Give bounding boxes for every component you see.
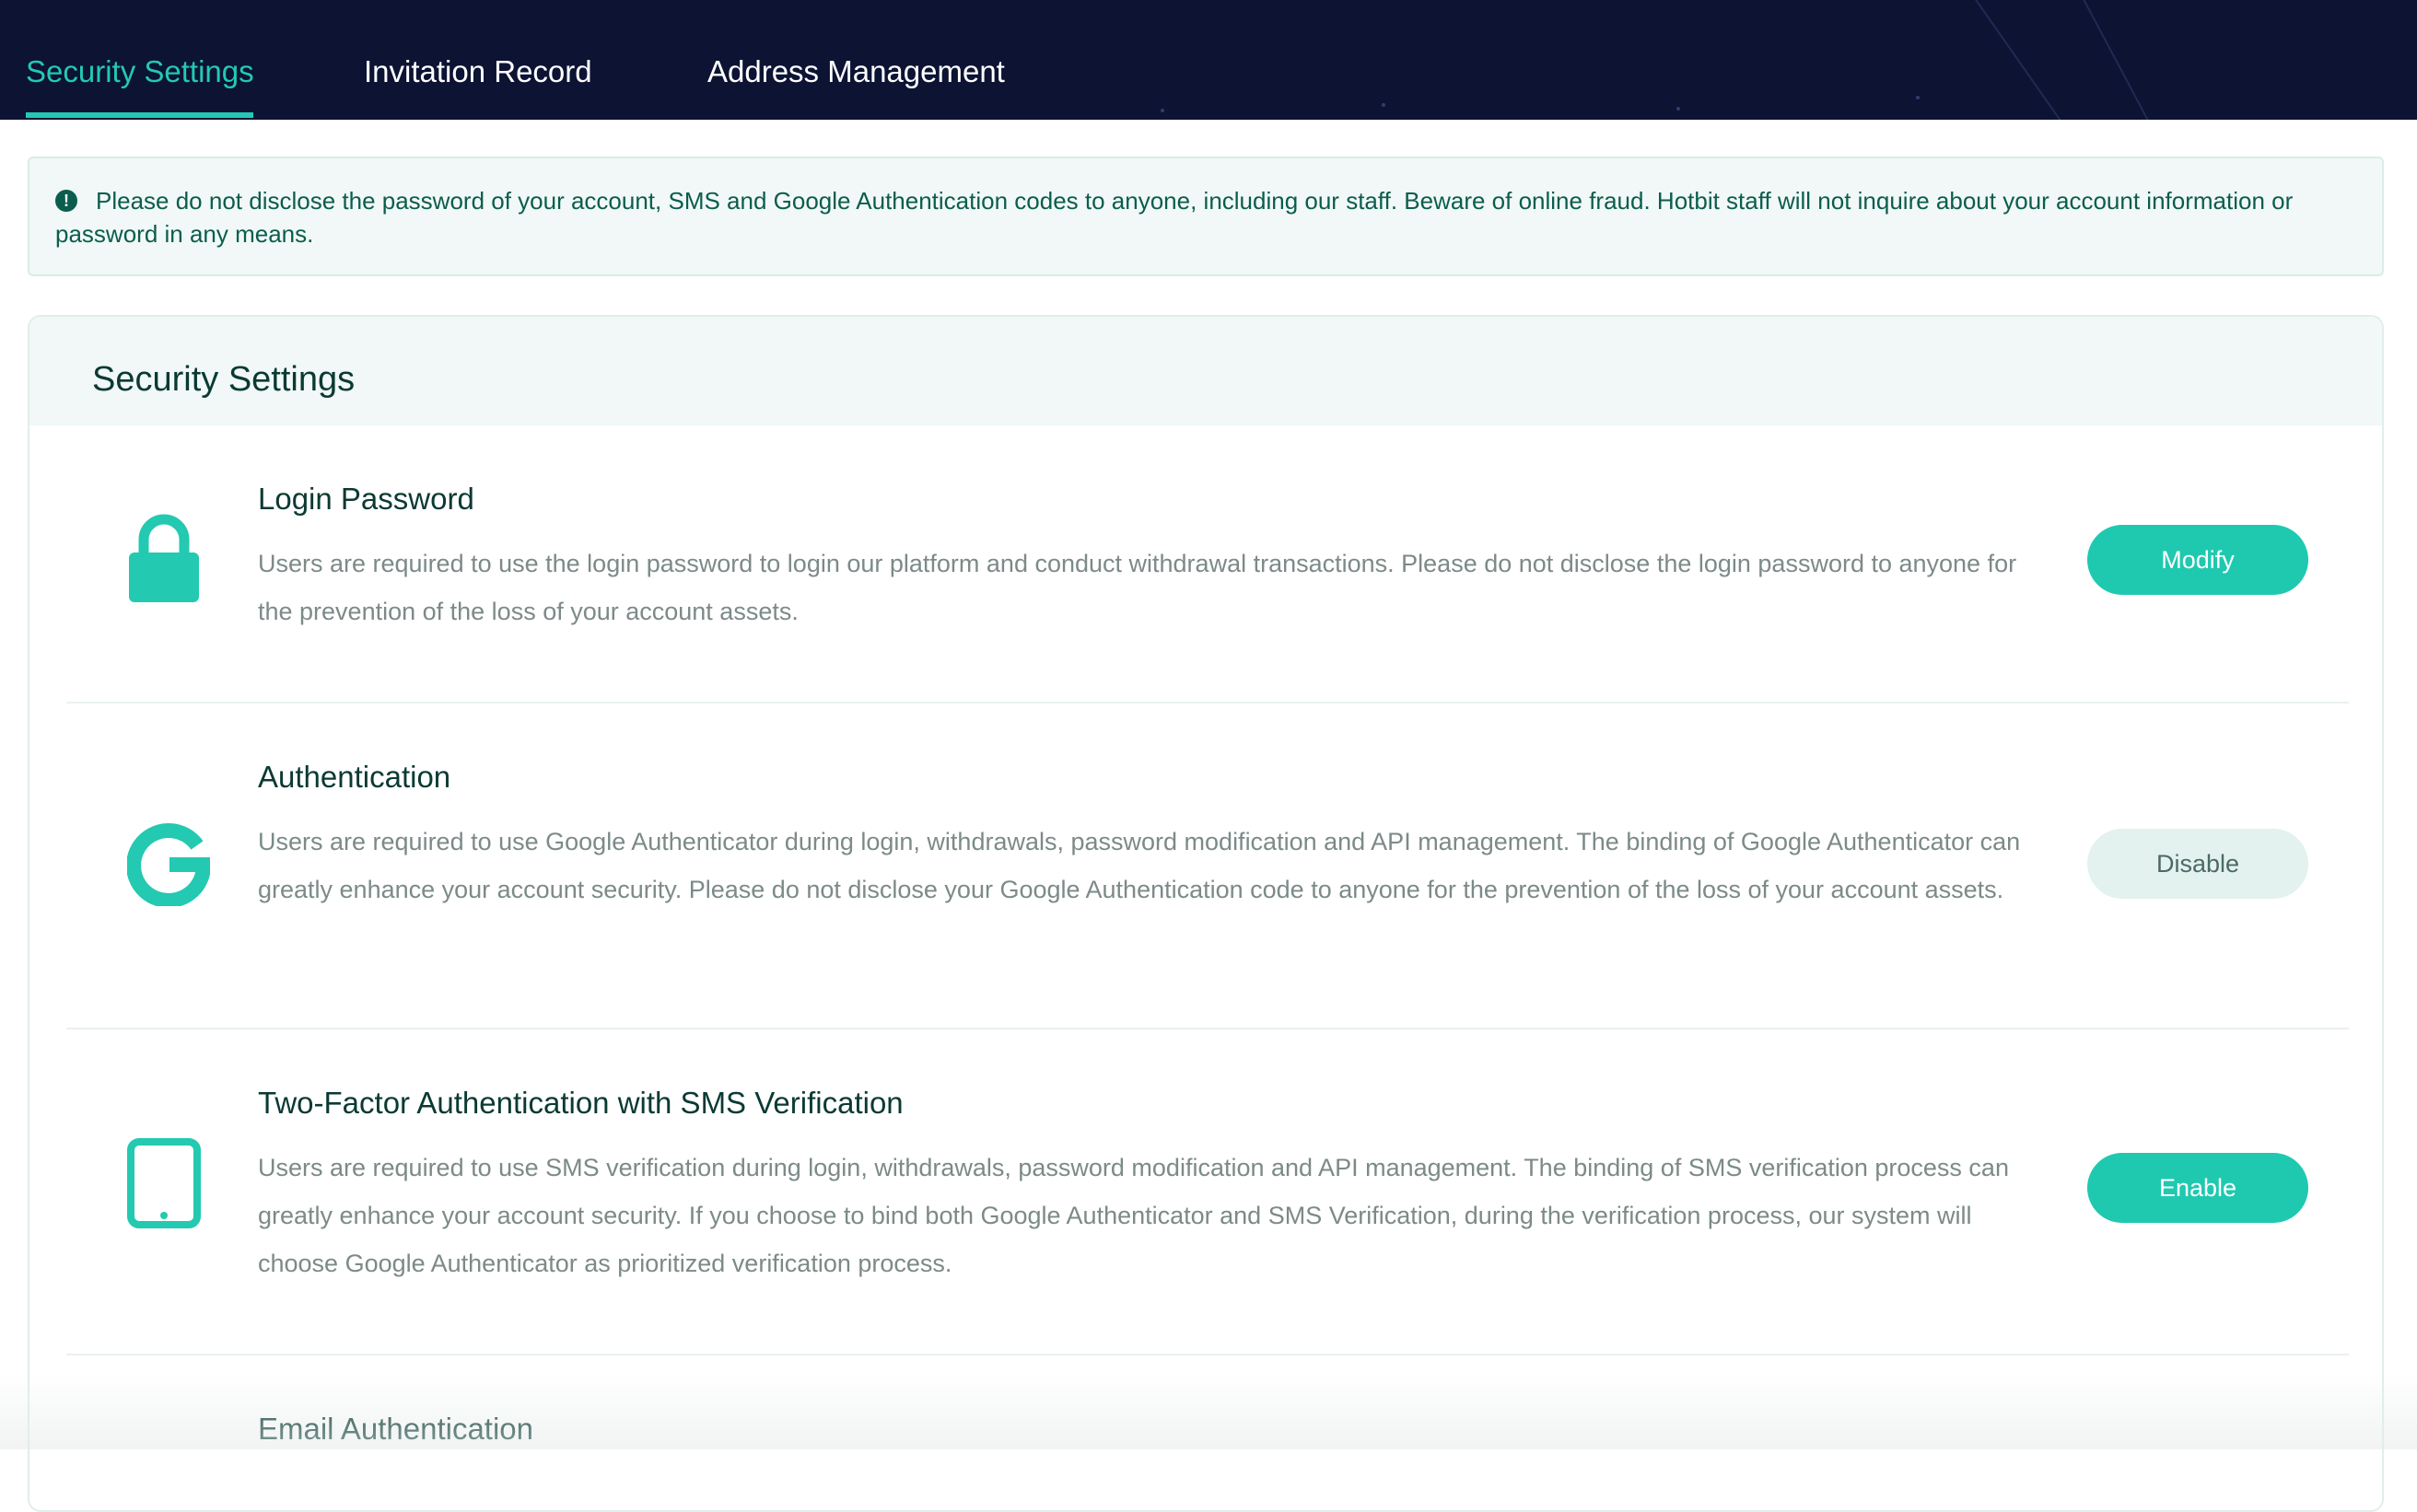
background-decoration <box>1382 103 1385 107</box>
tab-invitation-record[interactable]: Invitation Record <box>364 52 592 92</box>
google-g-icon <box>127 823 210 906</box>
background-decoration <box>2063 0 2161 120</box>
security-item-sms-verification: Two-Factor Authentication with SMS Verif… <box>66 1029 2349 1355</box>
background-decoration <box>1962 0 2080 120</box>
card-header: Security Settings <box>29 317 2382 425</box>
card-title: Security Settings <box>92 360 356 399</box>
tablet-icon <box>127 1138 201 1228</box>
security-item-login-password: Login Password Users are required to use… <box>66 425 2349 704</box>
background-decoration <box>1916 96 1920 99</box>
lock-icon <box>129 514 199 602</box>
tab-security-settings[interactable]: Security Settings <box>26 52 254 92</box>
security-notice: ! Please do not disclose the password of… <box>28 157 2384 276</box>
item-description: Users are required to use Google Authent… <box>258 828 2021 903</box>
item-description: Users are required to use SMS verificati… <box>258 1154 2009 1277</box>
background-decoration <box>1676 107 1680 110</box>
tab-address-management[interactable]: Address Management <box>707 52 1005 92</box>
item-title: Two-Factor Authentication with SMS Verif… <box>258 1086 904 1120</box>
item-description: Users are required to use the login pass… <box>258 550 2017 625</box>
security-settings-card: Security Settings Login Password Users a… <box>28 315 2384 1512</box>
item-title: Login Password <box>258 482 474 516</box>
security-item-email-authentication: Email Authentication <box>66 1355 2349 1510</box>
background-decoration <box>1161 109 1164 112</box>
enable-button[interactable]: Enable <box>2087 1153 2308 1223</box>
active-tab-indicator <box>26 112 253 118</box>
top-nav-bar: Security Settings Invitation Record Addr… <box>0 0 2417 120</box>
notice-text: Please do not disclose the password of y… <box>55 187 2294 248</box>
item-title: Email Authentication <box>258 1412 534 1446</box>
modify-button[interactable]: Modify <box>2087 525 2308 595</box>
security-item-authentication: Authentication Users are required to use… <box>66 704 2349 1029</box>
disable-button[interactable]: Disable <box>2087 829 2308 899</box>
item-title: Authentication <box>258 760 451 794</box>
